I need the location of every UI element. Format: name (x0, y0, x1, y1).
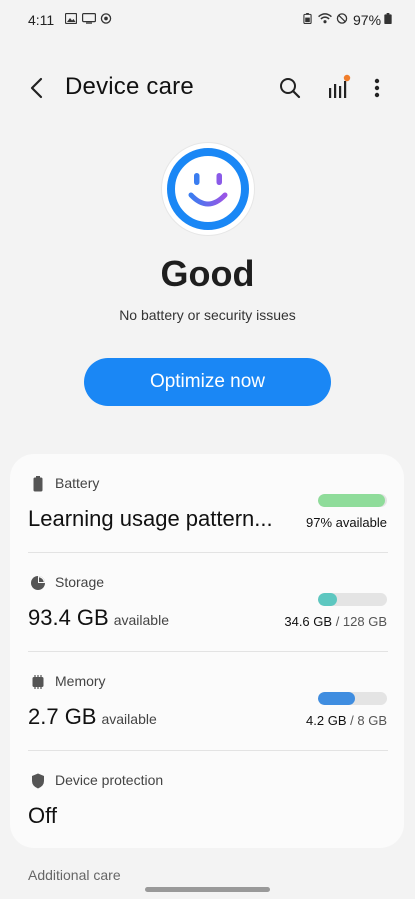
home-indicator[interactable] (145, 887, 270, 892)
battery-saver-icon (303, 13, 312, 24)
memory-used: 4.2 GB (306, 713, 347, 728)
storage-value: 93.4 GB (28, 605, 109, 630)
device-care-card: Battery Learning usage pattern... 97% av… (10, 454, 404, 848)
storage-available-suffix: available (113, 612, 169, 628)
battery-icon (384, 13, 392, 24)
device-protection-row[interactable]: Device protection Off (10, 751, 404, 850)
storage-label: Storage (55, 574, 105, 590)
battery-available: 97% available (306, 515, 387, 530)
storage-total: / 128 GB (335, 614, 387, 629)
memory-row[interactable]: Memory 2.7 GB available 4.2 GB / 8 GB (10, 652, 404, 751)
more-vertical-icon (374, 78, 380, 98)
reports-button[interactable] (323, 72, 353, 102)
memory-level-fill (318, 692, 355, 705)
battery-status: Learning usage pattern... (28, 506, 273, 531)
storage-level-bar (318, 593, 387, 606)
bar-chart-icon (329, 74, 351, 98)
battery-row[interactable]: Battery Learning usage pattern... 97% av… (10, 454, 404, 553)
battery-percentage: 97% (353, 12, 382, 28)
battery-level-fill (318, 494, 385, 507)
optimize-now-button[interactable]: Optimize now (84, 358, 331, 406)
battery-label: Battery (55, 475, 100, 491)
do-not-disturb-icon (336, 13, 348, 24)
search-icon (280, 78, 301, 99)
gallery-icon (65, 13, 77, 24)
memory-available-value: 2.7 GB available (28, 704, 157, 730)
back-arrow-icon (30, 77, 43, 99)
memory-level-bar (318, 692, 387, 705)
storage-usage: 34.6 GB / 128 GB (284, 614, 387, 629)
status-face (162, 143, 254, 235)
additional-care-heading: Additional care (28, 867, 121, 883)
smiley-face-icon (167, 148, 249, 230)
memory-chip-icon (32, 675, 44, 689)
memory-label: Memory (55, 673, 106, 689)
back-button[interactable] (22, 74, 50, 102)
storage-pie-icon (31, 576, 45, 590)
status-heading: Good (160, 253, 255, 294)
device-protection-label: Device protection (55, 772, 164, 788)
storage-used: 34.6 GB (284, 614, 333, 629)
storage-level-fill (318, 593, 337, 606)
search-button[interactable] (276, 74, 304, 102)
notification-dot (343, 74, 351, 82)
battery-level-bar (318, 494, 387, 507)
battery-icon (33, 476, 43, 492)
memory-value: 2.7 GB (28, 704, 97, 729)
wifi-icon (318, 13, 332, 24)
status-time: 4:11 (28, 12, 55, 28)
memory-available-suffix: available (101, 711, 157, 727)
device-protection-status: Off (28, 803, 57, 828)
storage-row[interactable]: Storage 93.4 GB available 34.6 GB / 128 G… (10, 553, 404, 652)
memory-total: / 8 GB (350, 713, 387, 728)
storage-available-value: 93.4 GB available (28, 605, 169, 631)
more-options-button[interactable] (364, 74, 390, 102)
shield-icon (32, 773, 44, 789)
status-subtitle: No battery or security issues (119, 307, 296, 323)
page-title: Device care (65, 73, 194, 100)
memory-usage: 4.2 GB / 8 GB (306, 713, 387, 728)
sync-icon (100, 13, 112, 24)
cast-icon (82, 13, 96, 24)
